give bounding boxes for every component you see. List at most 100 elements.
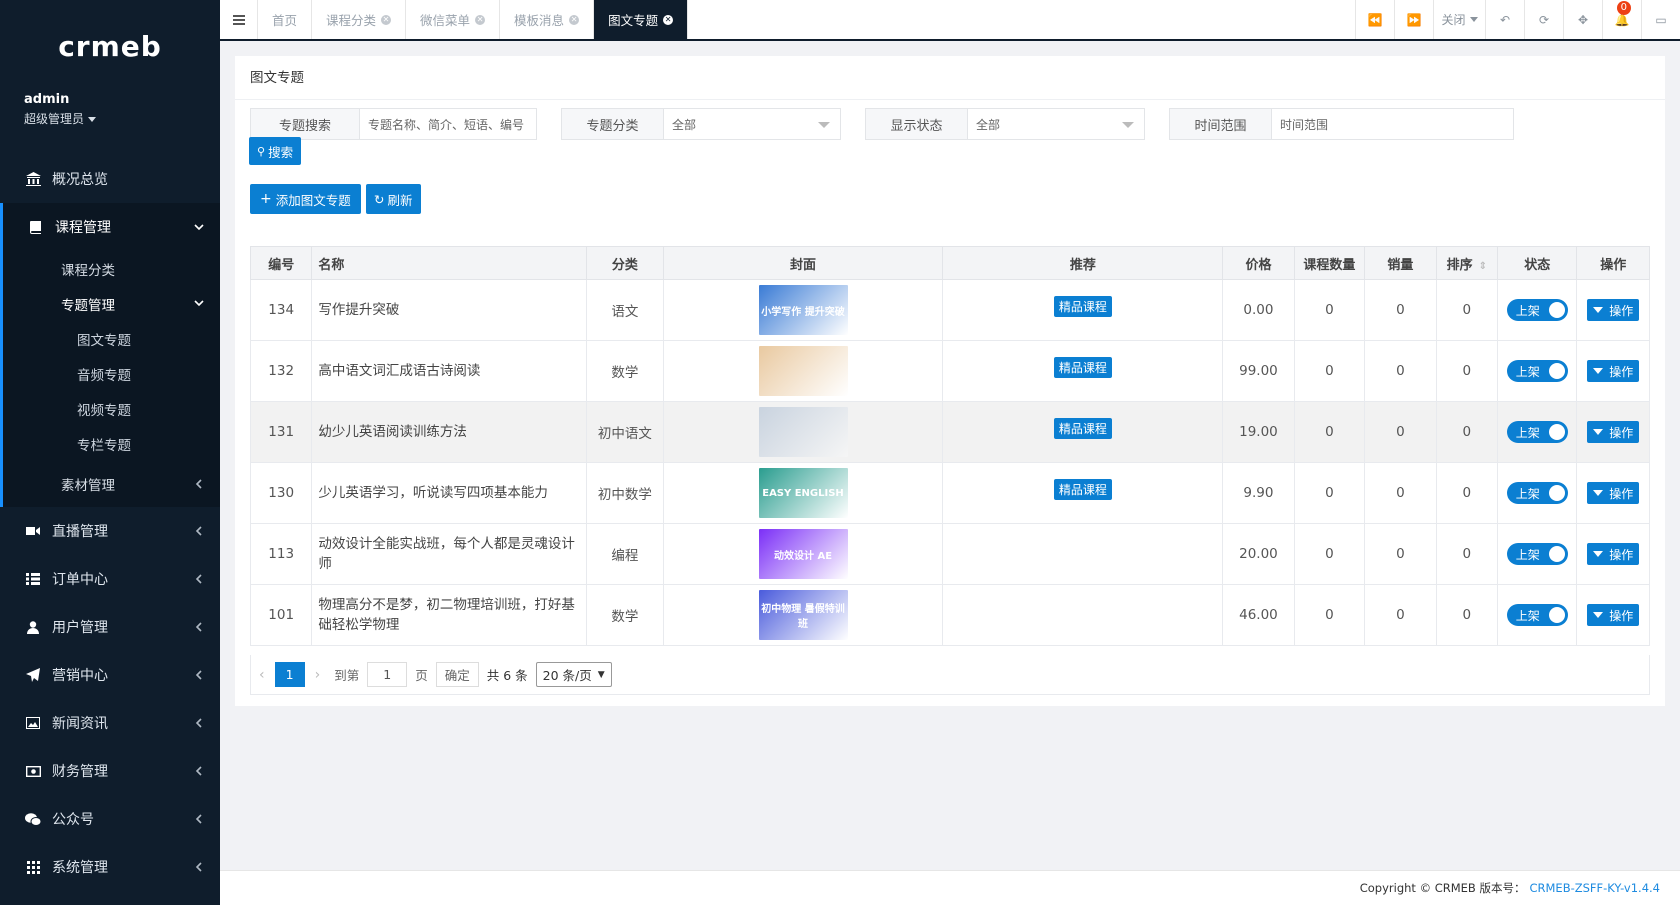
move-icon: ✥ xyxy=(1577,12,1589,27)
operation-dropdown[interactable]: 操作 xyxy=(1587,604,1640,626)
status-toggle[interactable]: 上架 xyxy=(1506,482,1568,504)
close-icon[interactable]: ✕ xyxy=(381,14,392,25)
cell-sort[interactable]: 0 xyxy=(1435,584,1498,646)
add-topic-button[interactable]: + 添加图文专题 xyxy=(250,184,361,214)
cell-sales: 0 xyxy=(1364,462,1437,524)
sidebar-item-topic-video[interactable]: 视频专题 xyxy=(3,391,220,426)
search-button[interactable]: ⚲ 搜索 xyxy=(249,137,302,165)
operation-dropdown[interactable]: 操作 xyxy=(1587,543,1640,565)
sidebar-item-course-mgmt[interactable]: 课程管理 xyxy=(3,203,220,251)
search-input[interactable]: 专题名称、简介、短语、编号 xyxy=(360,108,537,140)
menu-toggle-button[interactable] xyxy=(220,0,258,39)
sidebar-item-label: 图文专题 xyxy=(77,332,131,349)
refresh-button[interactable]: ↻ 刷新 xyxy=(366,184,421,214)
cell-sort[interactable]: 0 xyxy=(1435,279,1498,341)
operation-dropdown[interactable]: 操作 xyxy=(1587,482,1640,504)
page-1-button[interactable]: 1 xyxy=(274,662,305,687)
version-link[interactable]: CRMEB-ZSFF-KY-v1.4.4 xyxy=(1529,881,1660,895)
confirm-button[interactable]: 确定 xyxy=(435,662,479,687)
cell-sort[interactable]: 0 xyxy=(1435,340,1498,402)
sidebar-item-1[interactable]: 订单中心 xyxy=(0,555,220,603)
cell-cover xyxy=(662,340,944,402)
cover-image[interactable]: 初中物理 暑假特训班 xyxy=(758,590,848,640)
search-filter: 专题搜索 专题名称、简介、短语、编号 xyxy=(250,108,537,140)
sidebar-item-6[interactable]: 公众号 xyxy=(0,795,220,843)
close-icon[interactable]: ✕ xyxy=(663,14,674,25)
col-name: 名称 xyxy=(311,246,588,280)
image-icon xyxy=(24,716,42,730)
close-icon[interactable]: ✕ xyxy=(569,14,580,25)
tab-wechat-menu[interactable]: 微信菜单 ✕ xyxy=(406,0,501,39)
sidebar-item-overview[interactable]: 概况总览 xyxy=(0,155,220,203)
cell-sort[interactable]: 0 xyxy=(1435,401,1498,463)
status-toggle[interactable]: 上架 xyxy=(1506,360,1568,382)
cover-image[interactable]: EASY ENGLISH xyxy=(758,468,848,518)
next-page-icon[interactable]: › xyxy=(315,667,321,683)
notifications-button[interactable]: 🔔 0 xyxy=(1602,0,1641,39)
operation-dropdown[interactable]: 操作 xyxy=(1587,299,1640,321)
goto-page-input[interactable]: 1 xyxy=(367,662,408,687)
status-toggle[interactable]: 上架 xyxy=(1506,543,1568,565)
operation-dropdown[interactable]: 操作 xyxy=(1587,360,1640,382)
caret-down-icon xyxy=(1593,368,1604,374)
cell-status: 上架 xyxy=(1496,279,1578,341)
sidebar-item-course-category[interactable]: 课程分类 xyxy=(3,251,220,286)
sidebar-item-2[interactable]: 用户管理 xyxy=(0,603,220,651)
cover-image[interactable] xyxy=(758,407,848,457)
cell-sort[interactable]: 0 xyxy=(1435,523,1498,585)
cell-sort[interactable]: 0 xyxy=(1435,462,1498,524)
sidebar-item-topic-mgmt[interactable]: 专题管理 xyxy=(3,286,220,321)
sidebar-item-topic-column[interactable]: 专栏专题 xyxy=(3,426,220,461)
fullscreen-button[interactable]: ✥ xyxy=(1563,0,1602,39)
cover-image[interactable] xyxy=(758,346,848,396)
col-sales: 销量 xyxy=(1364,246,1437,280)
cell-cover: 小学写作 提升突破 xyxy=(662,279,944,341)
cell-sales: 0 xyxy=(1364,279,1437,341)
sidebar-item-label: 新闻资讯 xyxy=(52,716,108,732)
prev-page-icon[interactable]: ‹ xyxy=(259,667,265,683)
sidebar-item-material[interactable]: 素材管理 xyxy=(3,461,220,507)
filter-bar: 专题搜索 专题名称、简介、短语、编号 专题分类 全部 显示状态 全部 时间范围 … xyxy=(250,108,1538,140)
cover-image[interactable]: 小学写作 提升突破 xyxy=(758,285,848,335)
sidebar-item-topic-audio[interactable]: 音频专题 xyxy=(3,356,220,391)
cell-recommend: 精品课程 xyxy=(942,279,1224,341)
status-toggle[interactable]: 上架 xyxy=(1506,299,1568,321)
sidebar-item-0[interactable]: 直播管理 xyxy=(0,507,220,555)
sidebar-item-7[interactable]: 系统管理 xyxy=(0,843,220,891)
tab-home[interactable]: 首页 xyxy=(258,0,313,39)
sidebar-item-4[interactable]: 新闻资讯 xyxy=(0,699,220,747)
tab-template-message[interactable]: 模板消息 ✕ xyxy=(500,0,595,39)
time-label: 时间范围 xyxy=(1169,108,1272,140)
operation-dropdown[interactable]: 操作 xyxy=(1587,421,1640,443)
user-role-dropdown[interactable]: 超级管理员 xyxy=(24,110,196,127)
tab-graphic-topic[interactable]: 图文专题 ✕ xyxy=(594,0,689,39)
cell-ops: 操作 xyxy=(1576,584,1650,646)
status-select[interactable]: 全部 xyxy=(968,108,1145,140)
time-range-input[interactable]: 时间范围 xyxy=(1272,108,1514,140)
scroll-right-button[interactable]: ⏩ xyxy=(1394,0,1433,39)
sidebar-item-3[interactable]: 营销中心 xyxy=(0,651,220,699)
list-icon xyxy=(24,572,42,586)
time-filter: 时间范围 时间范围 xyxy=(1169,108,1514,140)
cover-image[interactable]: 动效设计 AE xyxy=(758,529,848,579)
status-toggle[interactable]: 上架 xyxy=(1506,604,1568,626)
sidebar-item-5[interactable]: 财务管理 xyxy=(0,747,220,795)
close-tabs-dropdown[interactable]: 关闭 xyxy=(1433,0,1485,39)
hamburger-icon xyxy=(232,14,245,25)
page-size-select[interactable]: 20 条/页 ▼ xyxy=(535,662,612,687)
back-button[interactable]: ↶ xyxy=(1485,0,1524,39)
scroll-left-button[interactable]: ⏪ xyxy=(1355,0,1394,39)
cell-id: 113 xyxy=(249,523,313,585)
col-sort[interactable]: 排序 ⇕ xyxy=(1435,246,1498,280)
tab-course-category[interactable]: 课程分类 ✕ xyxy=(312,0,407,39)
recommend-tag: 精品课程 xyxy=(1053,478,1112,500)
col-id: 编号 xyxy=(249,246,313,280)
sidebar-item-topic-graphic[interactable]: 图文专题 xyxy=(3,321,220,356)
operation-label: 操作 xyxy=(1609,547,1634,562)
reload-button[interactable]: ⟳ xyxy=(1524,0,1563,39)
cell-price: 99.00 xyxy=(1222,340,1295,402)
category-select[interactable]: 全部 xyxy=(664,108,841,140)
close-icon[interactable]: ✕ xyxy=(475,14,486,25)
more-button[interactable]: ▭ xyxy=(1641,0,1680,39)
status-toggle[interactable]: 上架 xyxy=(1506,421,1568,443)
